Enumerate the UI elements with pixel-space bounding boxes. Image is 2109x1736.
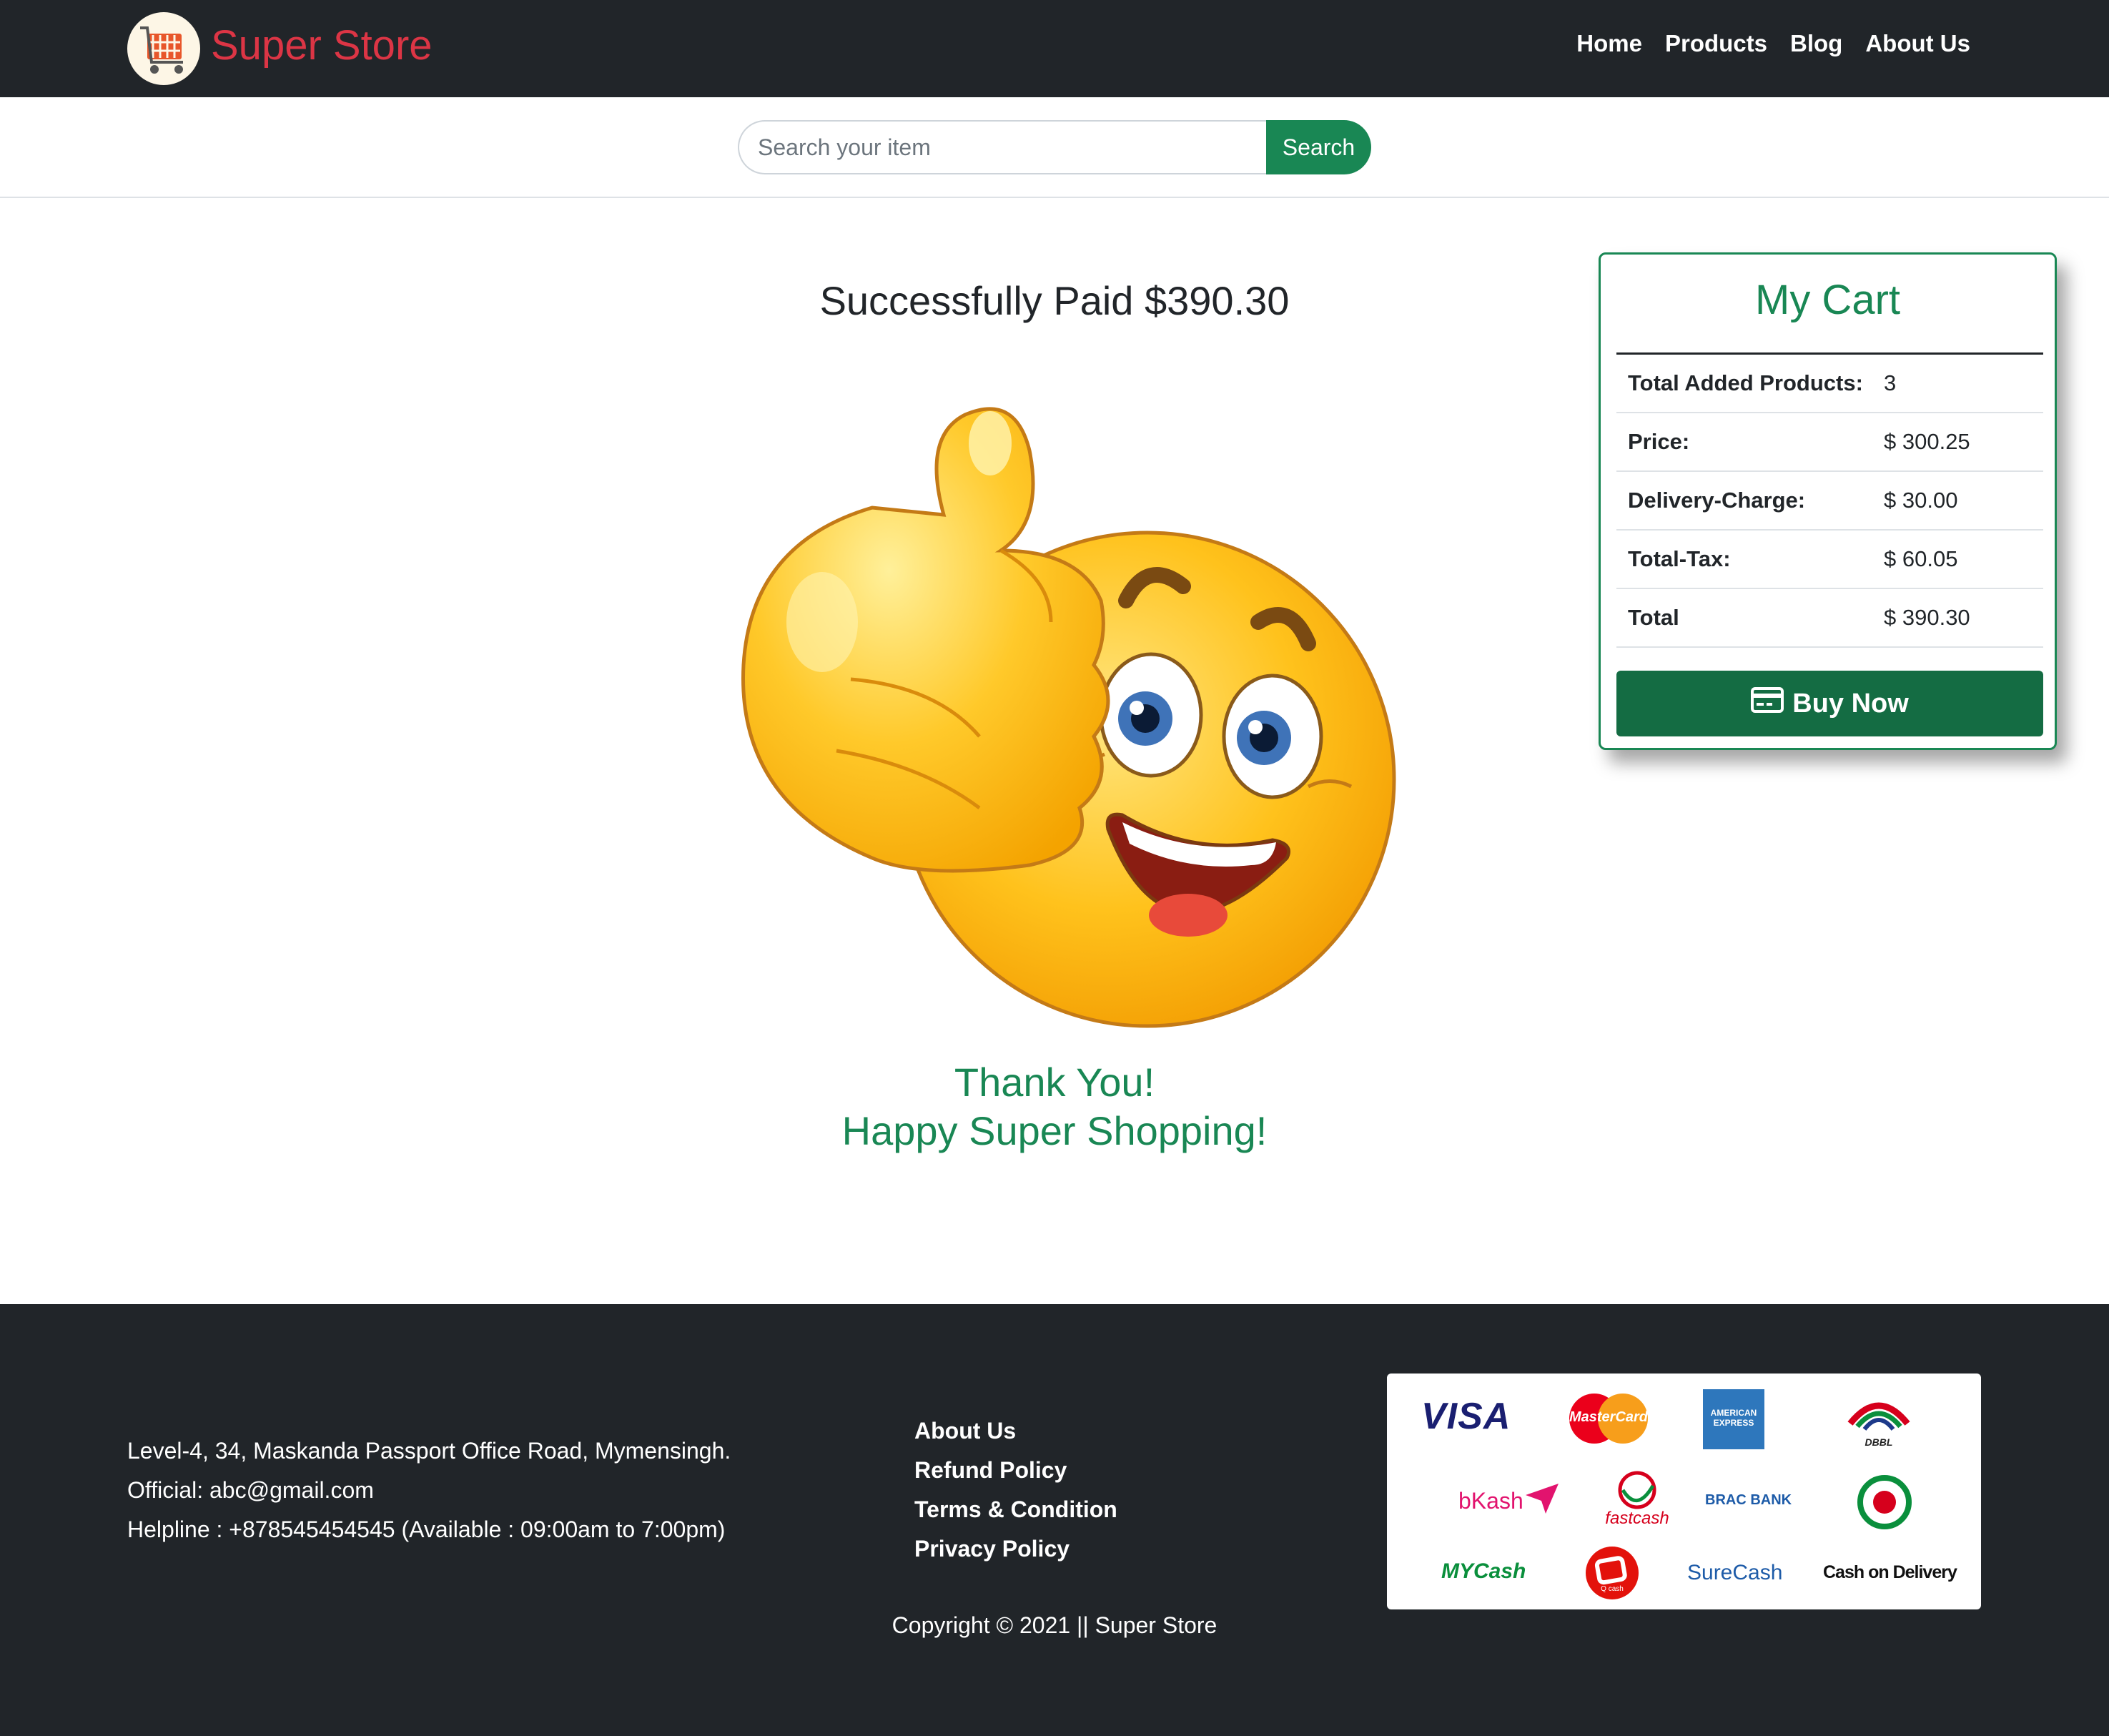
thank-you-line: Thank You!: [954, 1060, 1155, 1105]
thank-you-message: Thank You! Happy Super Shopping!: [697, 1058, 1412, 1155]
mastercard-label: MasterCard: [1569, 1409, 1649, 1425]
buy-now-label: Buy Now: [1792, 688, 1909, 719]
nav-blog[interactable]: Blog: [1790, 27, 1842, 60]
dbbl-logo: DBBL: [1844, 1395, 1913, 1452]
cart-row-label: Total: [1628, 605, 1679, 630]
cart-row-tax: Total-Tax: $ 60.05: [1616, 531, 2043, 589]
govt-emblem-icon: [1856, 1474, 1913, 1534]
cart-row-value: $ 390.30: [1884, 605, 1970, 630]
cart-title: My Cart: [1755, 277, 1900, 323]
thumbs-up-smiley-icon: [708, 365, 1408, 1030]
amex-logo: AMERICAN EXPRESS: [1703, 1389, 1764, 1449]
credit-card-icon: [1751, 687, 1784, 720]
cart-row-label: Total Added Products:: [1628, 370, 1863, 395]
q-cash-logo: Q cash: [1584, 1545, 1640, 1601]
helpline-text: Helpline : +878545454545 (Available : 09…: [127, 1516, 726, 1542]
brand-name[interactable]: Super Store: [211, 19, 433, 73]
footer-link-terms[interactable]: Terms & Condition: [914, 1490, 1117, 1529]
official-email: Official: abc@gmail.com: [127, 1477, 374, 1503]
nav-about-us[interactable]: About Us: [1865, 27, 1970, 60]
cart-row-label: Price:: [1628, 429, 1690, 454]
main-nav: Home Products Blog About Us: [1576, 27, 1970, 60]
cart-row-value: $ 30.00: [1884, 488, 1958, 513]
bkash-bird-icon: [1524, 1481, 1560, 1520]
copyright-text: Copyright © 2021 || Super Store: [891, 1612, 1218, 1638]
dbbl-label: DBBL: [1864, 1436, 1893, 1448]
brac-bank-logo: BRAC BANK: [1705, 1492, 1792, 1508]
q-cash-label: Q cash: [1601, 1585, 1624, 1593]
footer-link-refund[interactable]: Refund Policy: [914, 1451, 1117, 1490]
cart-row-label: Delivery-Charge:: [1628, 488, 1806, 513]
footer-links: About Us Refund Policy Terms & Condition…: [914, 1411, 1117, 1569]
amex-label: AMERICAN EXPRESS: [1710, 1408, 1757, 1428]
cart-row-price: Price: $ 300.25: [1616, 413, 2043, 472]
mastercard-logo: MasterCard: [1566, 1392, 1651, 1445]
cart-row-total-products: Total Added Products: 3: [1616, 355, 2043, 413]
mycash-logo: MYCash: [1441, 1559, 1526, 1583]
top-navbar: Super Store Home Products Blog About Us: [0, 0, 2109, 97]
cash-on-delivery-logo: Cash on Delivery: [1823, 1562, 1957, 1582]
bkash-logo: bKash: [1458, 1488, 1523, 1514]
cart-row-value: $ 60.05: [1884, 546, 1958, 571]
contact-info: Level-4, 34, Maskanda Passport Office Ro…: [127, 1431, 731, 1549]
search-bar: Search: [0, 97, 2109, 198]
payment-methods-panel: VISA MasterCard AMERICAN EXPRESS DBBL bK…: [1387, 1373, 1981, 1609]
search-input[interactable]: [738, 120, 1267, 174]
cart-row-label: Total-Tax:: [1628, 546, 1731, 571]
footer: Level-4, 34, Maskanda Passport Office Ro…: [0, 1304, 2109, 1736]
buy-now-button[interactable]: Buy Now: [1616, 671, 2043, 736]
fastcash-logo: fastcash: [1601, 1470, 1673, 1534]
cart-row-value: 3: [1884, 370, 1897, 395]
address-text: Level-4, 34, Maskanda Passport Office Ro…: [127, 1438, 731, 1464]
footer-link-privacy[interactable]: Privacy Policy: [914, 1529, 1117, 1569]
visa-logo: VISA: [1421, 1396, 1511, 1437]
cart-summary-card: My Cart Total Added Products: 3 Price: $…: [1599, 252, 2057, 750]
fastcash-label: fastcash: [1605, 1509, 1669, 1528]
cart-table: Total Added Products: 3 Price: $ 300.25 …: [1616, 352, 2043, 648]
happy-shopping-line: Happy Super Shopping!: [841, 1108, 1268, 1153]
surecash-logo: SureCash: [1687, 1561, 1783, 1584]
footer-link-about[interactable]: About Us: [914, 1411, 1117, 1451]
cart-row-delivery: Delivery-Charge: $ 30.00: [1616, 472, 2043, 531]
nav-products[interactable]: Products: [1665, 27, 1767, 60]
payment-success-title: Successfully Paid $390.30: [819, 278, 1290, 323]
search-button[interactable]: Search: [1266, 120, 1371, 174]
nav-home[interactable]: Home: [1576, 27, 1642, 60]
cart-logo-icon[interactable]: [127, 12, 200, 85]
cart-row-value: $ 300.25: [1884, 429, 1970, 454]
cart-row-total: Total $ 390.30: [1616, 589, 2043, 648]
